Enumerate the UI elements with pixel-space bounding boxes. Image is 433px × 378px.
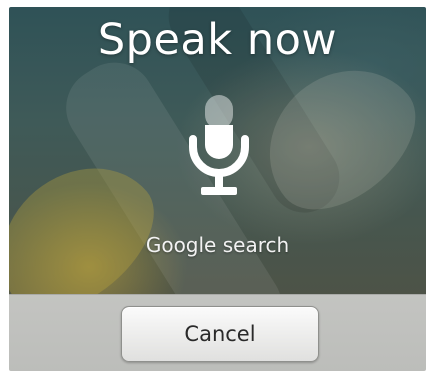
microphone-icon — [189, 95, 249, 195]
button-bar: Cancel — [9, 294, 426, 371]
voice-search-dialog: Speak now Google search Cancel — [9, 7, 426, 371]
cancel-button[interactable]: Cancel — [121, 306, 319, 362]
dialog-body: Speak now Google search — [9, 7, 426, 294]
search-source-label: Google search — [145, 233, 290, 257]
dialog-title: Speak now — [97, 15, 338, 65]
